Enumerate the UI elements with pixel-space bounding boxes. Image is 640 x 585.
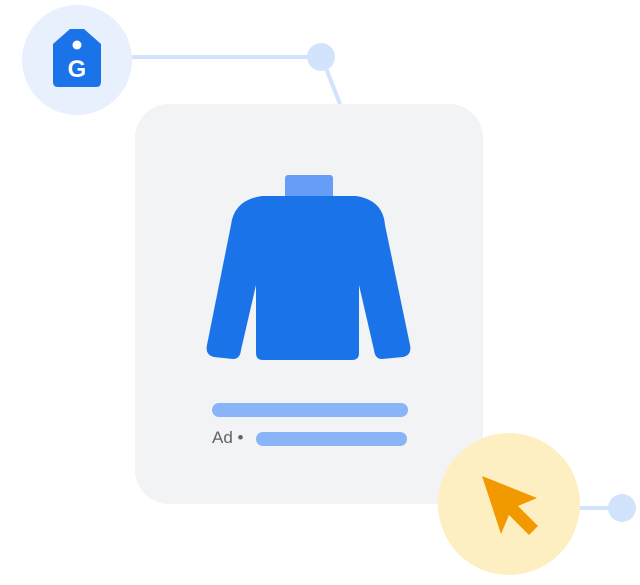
ad-title-placeholder <box>212 403 408 417</box>
cursor-icon-circle <box>438 433 580 575</box>
sweater-body <box>206 196 411 360</box>
mouse-cursor-icon <box>482 476 538 535</box>
ad-label: Ad • <box>212 428 244 447</box>
ad-url-placeholder <box>256 432 407 446</box>
ad-illustration: G Ad • <box>0 0 640 585</box>
